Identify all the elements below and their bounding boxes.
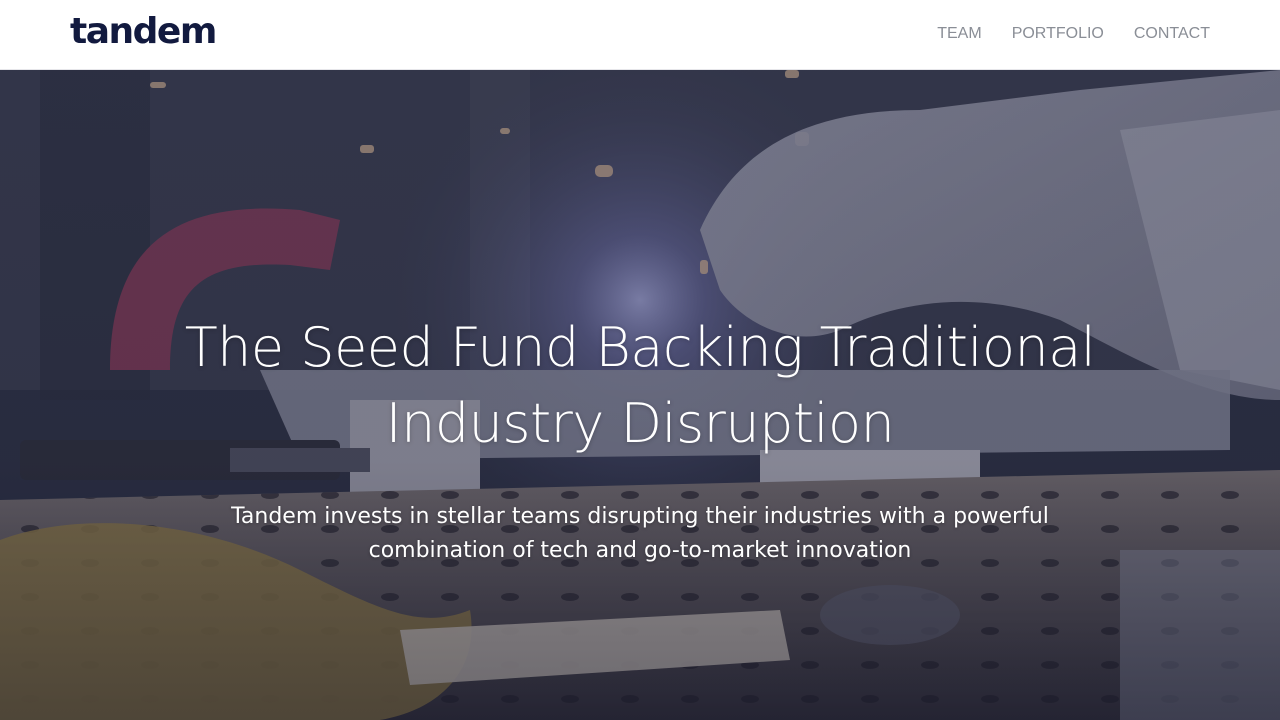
hero-subtitle: Tandem invests in stellar teams disrupti… <box>231 504 1049 563</box>
nav-link-portfolio[interactable]: PORTFOLIO <box>1012 24 1104 44</box>
hero-section: The Seed Fund Backing Traditional Indust… <box>0 70 1280 720</box>
hero-content: The Seed Fund Backing Traditional Indust… <box>0 70 1280 720</box>
hero-title: The Seed Fund Backing Traditional Indust… <box>184 316 1096 455</box>
main-nav: TEAM PORTFOLIO CONTACT <box>937 24 1210 44</box>
nav-link-contact[interactable]: CONTACT <box>1134 24 1210 44</box>
page: tandem TEAM PORTFOLIO CONTACT The Seed F… <box>0 0 1280 720</box>
tandem-logo[interactable]: tandem <box>70 9 217 55</box>
site-header: tandem TEAM PORTFOLIO CONTACT <box>0 0 1280 70</box>
nav-link-team[interactable]: TEAM <box>937 24 981 44</box>
